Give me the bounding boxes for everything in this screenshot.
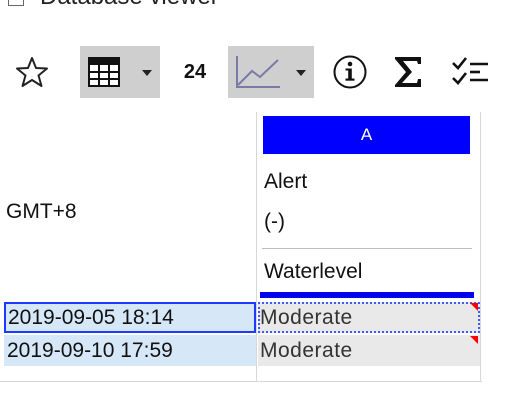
checklist-button[interactable] <box>444 48 496 96</box>
header-divider <box>262 248 472 249</box>
info-circle-icon <box>333 55 367 89</box>
row-value: Moderate <box>260 306 353 329</box>
column-header-alert: Alert <box>264 170 308 193</box>
column-letter: A <box>360 125 373 144</box>
grid-bottom-border <box>0 381 482 382</box>
window-title-bar: Database viewer <box>0 0 511 18</box>
flag-marker-icon <box>470 303 478 311</box>
chevron-down-icon[interactable] <box>296 70 306 76</box>
column-header-waterlevel: Waterlevel <box>264 260 363 283</box>
checklist-icon <box>452 57 488 85</box>
info-button[interactable] <box>326 48 374 96</box>
sum-button[interactable] <box>384 48 432 96</box>
flag-marker-icon <box>470 336 478 344</box>
data-grid: GMT+8 A Alert (-) Waterlevel 2019-09-05 … <box>0 112 482 382</box>
table-row[interactable]: 2019-09-10 17:59 Moderate <box>0 335 482 366</box>
hours-range-label: 24 <box>183 60 207 83</box>
chart-view-button[interactable] <box>228 46 314 98</box>
column-header-underline <box>260 292 474 298</box>
chevron-down-icon[interactable] <box>142 70 152 76</box>
table-view-button[interactable] <box>80 46 160 98</box>
row-timestamp[interactable]: 2019-09-10 17:59 <box>4 335 256 366</box>
line-chart-icon <box>236 56 280 88</box>
star-outline-icon <box>16 57 48 87</box>
toolbar: 24 <box>0 40 511 106</box>
table-grid-icon <box>88 57 120 87</box>
timezone-label: GMT+8 <box>6 200 77 223</box>
column-letter-header[interactable]: A <box>263 116 470 154</box>
window-checkbox[interactable] <box>8 0 24 6</box>
hours-range-button[interactable]: 24 <box>170 50 220 94</box>
column-header-unit: (-) <box>264 210 285 233</box>
sigma-icon <box>395 57 421 87</box>
row-timestamp[interactable]: 2019-09-05 18:14 <box>4 302 256 333</box>
table-row[interactable]: 2019-09-05 18:14 Moderate <box>0 302 482 333</box>
row-value-cell[interactable]: Moderate <box>258 335 480 366</box>
row-value: Moderate <box>260 339 353 362</box>
row-value-cell[interactable]: Moderate <box>258 302 480 333</box>
favorite-button[interactable] <box>10 50 54 94</box>
window-title: Database viewer <box>40 0 219 11</box>
